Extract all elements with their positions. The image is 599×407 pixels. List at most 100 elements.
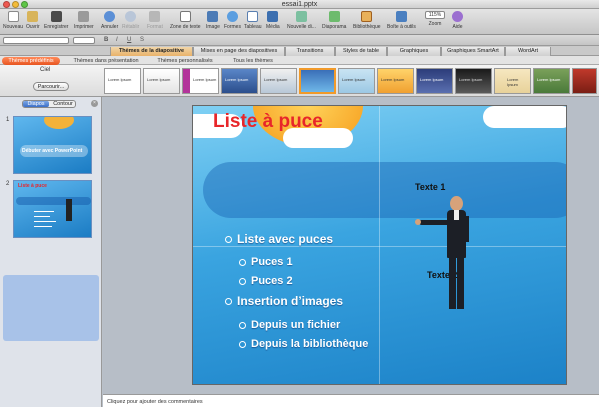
bullet-level2-1[interactable]: Puces 1 (239, 256, 293, 268)
cloud-graphic-right (483, 106, 566, 128)
library-icon (361, 11, 373, 22)
tab-charts[interactable]: Graphiques (387, 47, 441, 56)
bullet-level2-4[interactable]: Depuis la bibliothèque (239, 338, 368, 350)
toolbox-button[interactable]: Boîte à outils (387, 11, 416, 30)
help-icon (452, 11, 463, 22)
underline-button[interactable]: U (127, 37, 131, 43)
theme-thumb-navy[interactable]: Lorem Ipsum (416, 68, 453, 94)
toolbox-icon (395, 11, 407, 22)
slide-title[interactable]: Liste à puce (213, 111, 323, 133)
theme-thumb-sky-selected[interactable] (299, 68, 336, 94)
format-button[interactable]: Format (147, 11, 163, 30)
print-button[interactable]: Imprimer (74, 11, 94, 30)
shadow-button[interactable]: S (140, 37, 144, 43)
gallery-current-theme: Ciel (40, 67, 51, 73)
format-brush-icon (149, 11, 161, 22)
zoom-field[interactable]: 115% (425, 11, 445, 19)
ribbon-tabs: Thèmes de la diapositive Mises en page d… (0, 46, 599, 56)
font-size-select[interactable] (73, 37, 95, 44)
tab-transitions[interactable]: Transitions (285, 47, 335, 56)
guide-horizontal (193, 246, 566, 247)
image-icon (207, 11, 219, 22)
slide-thumbnail-1[interactable]: Débuter avec PowerPoint (13, 116, 92, 174)
open-button[interactable]: Ouvrir (26, 11, 40, 30)
theme-thumb-green[interactable]: Lorem Ipsum (533, 68, 570, 94)
slide-number-2: 2 (6, 181, 10, 187)
shapes-button[interactable]: Formes (224, 11, 241, 30)
text-box-button[interactable]: Zone de texte (170, 11, 201, 30)
tab-wordart[interactable]: WordArt (505, 47, 551, 56)
tab-slide-layouts[interactable]: Mises en page des diapositives (193, 47, 285, 56)
slideshow-button[interactable]: Diaporama (322, 11, 346, 30)
undo-button[interactable]: Annuler (101, 11, 118, 30)
shapes-icon (226, 11, 238, 22)
content-band (203, 162, 566, 218)
slide-thumbnail-2-title: Liste à puce (18, 183, 47, 189)
bullet-level1-2[interactable]: Insertion d’images (225, 294, 343, 308)
save-button[interactable]: Enregistrer (44, 11, 68, 30)
theme-thumb-gray[interactable]: Lorem Ipsum (143, 68, 180, 94)
redo-button[interactable]: Rétablir (122, 11, 139, 30)
slides-panel: Diapos Contour × 1 Débuter avec PowerPoi… (0, 97, 102, 407)
browse-button[interactable]: Parcourir... (33, 82, 69, 91)
new-document-icon (7, 11, 19, 22)
new-button[interactable]: Nouveau (3, 11, 23, 30)
theme-thumb-purple[interactable]: Lorem Ipsum (182, 68, 219, 94)
save-icon (50, 11, 62, 22)
notes-pane[interactable]: Cliquez pour ajouter des commentaires (103, 394, 599, 407)
tab-table-styles[interactable]: Styles de table (335, 47, 387, 56)
theme-subtabs: Thèmes prédéfinis Thèmes dans présentati… (0, 56, 599, 65)
selected-slide-highlight (3, 275, 99, 341)
italic-button[interactable]: I (116, 37, 118, 43)
theme-thumb-silver[interactable]: Lorem Ipsum (260, 68, 297, 94)
theme-thumb-dark[interactable]: Lorem Ipsum (455, 68, 492, 94)
font-family-select[interactable] (3, 37, 69, 44)
slide-editor[interactable]: Liste à puce Liste avec puces Puces 1 Pu… (192, 105, 567, 385)
help-button[interactable]: Aide (452, 11, 463, 30)
text-label-1[interactable]: Texte 1 (415, 182, 445, 192)
theme-thumb-red[interactable] (572, 68, 597, 94)
subtab-predefined-themes[interactable]: Thèmes prédéfinis (2, 57, 60, 65)
tab-slide-themes[interactable]: Thèmes de la diapositive (110, 47, 193, 56)
bold-button[interactable]: B (104, 37, 108, 43)
theme-gallery: Ciel Parcourir... Lorem Ipsum Lorem Ipsu… (0, 65, 599, 97)
media-button[interactable]: Média (266, 11, 280, 30)
close-panel-icon[interactable]: × (91, 100, 98, 107)
image-button[interactable]: Image (206, 11, 220, 30)
undo-icon (104, 11, 116, 22)
tab-smartart[interactable]: Graphiques SmartArt (441, 47, 505, 56)
slide-number-1: 1 (6, 117, 10, 123)
bullet-level2-3[interactable]: Depuis un fichier (239, 319, 340, 331)
standard-toolbar: Nouveau Ouvrir Enregistrer Imprimer Annu… (0, 9, 599, 35)
theme-thumb-lightblue[interactable]: Lorem Ipsum (338, 68, 375, 94)
formatting-bar: B I U S (0, 35, 599, 46)
table-icon (247, 11, 259, 22)
theme-thumb-beige[interactable]: Lorem Ipsum (494, 68, 531, 94)
media-icon (267, 11, 279, 22)
subtab-custom-themes[interactable]: Thèmes personnalisés (152, 57, 218, 65)
panel-view-tabs: Diapos Contour (22, 100, 76, 108)
businessman-image[interactable] (415, 194, 489, 314)
new-slide-button[interactable]: Nouvelle di... (287, 11, 316, 30)
redo-icon (125, 11, 137, 22)
window-title: essai1.pptx (281, 1, 318, 8)
bullet-level2-2[interactable]: Puces 2 (239, 275, 293, 287)
theme-thumb-blank[interactable]: Lorem Ipsum (104, 68, 141, 94)
subtab-all-themes[interactable]: Tous les thèmes (226, 57, 280, 65)
zoom-control[interactable]: 115% Zoom (425, 11, 445, 27)
tab-slides[interactable]: Diapos (23, 101, 49, 107)
title-bar: essai1.pptx (0, 0, 599, 9)
slide-thumbnail-2[interactable]: Liste à puce (13, 180, 92, 238)
library-button[interactable]: Bibliothèque (353, 11, 381, 30)
print-icon (78, 11, 90, 22)
subtab-presentation-themes[interactable]: Thèmes dans présentation (70, 57, 142, 65)
open-folder-icon (27, 11, 39, 22)
new-slide-icon (295, 11, 307, 22)
text-box-icon (179, 11, 191, 22)
table-button[interactable]: Tableau (244, 11, 262, 30)
slide-thumbnail-1-title: Débuter avec PowerPoint (22, 148, 83, 154)
tab-outline[interactable]: Contour (50, 101, 76, 107)
theme-thumb-orange[interactable]: Lorem Ipsum (377, 68, 414, 94)
bullet-level1-1[interactable]: Liste avec puces (225, 232, 333, 246)
theme-thumb-blue[interactable]: Lorem Ipsum (221, 68, 258, 94)
